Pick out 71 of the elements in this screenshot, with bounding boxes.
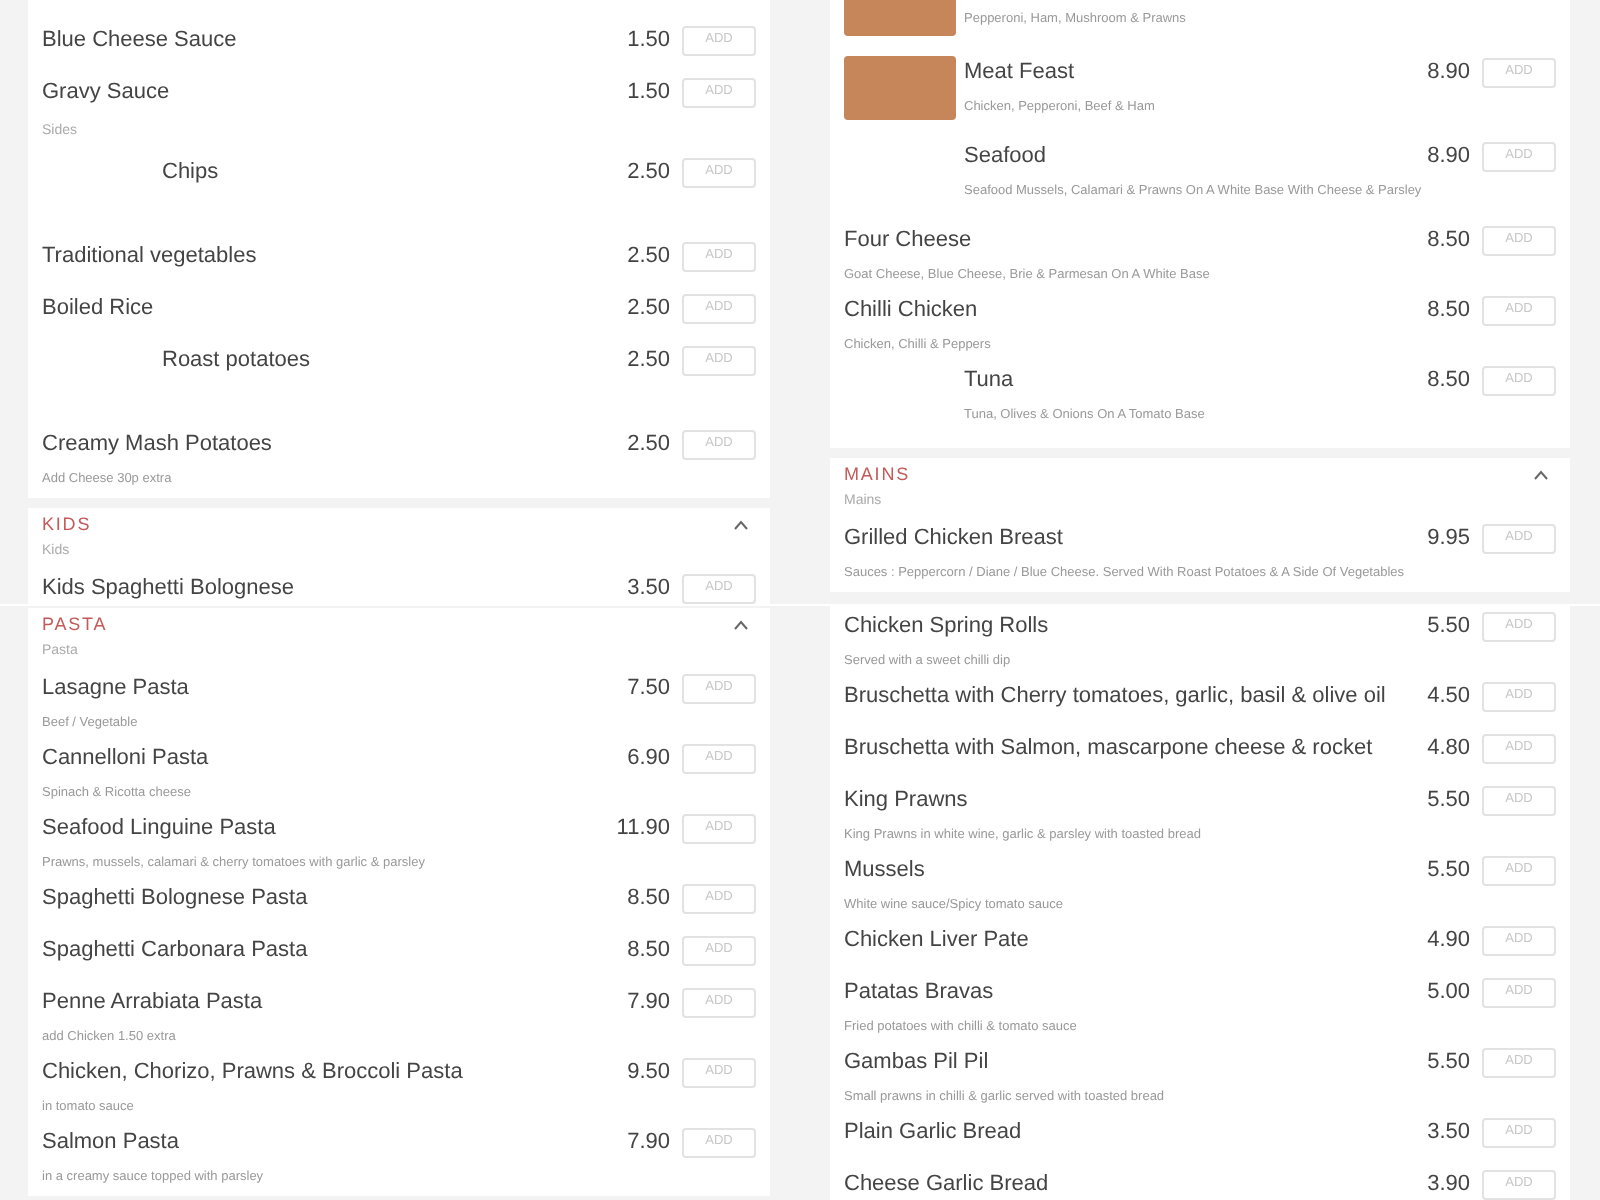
dish-name: Roast potatoes bbox=[162, 346, 312, 376]
price: 7.90 bbox=[627, 1128, 670, 1158]
dish-name: Patatas Bravas bbox=[844, 978, 996, 1008]
dish-name: Blue Cheese Sauce bbox=[42, 26, 239, 56]
price: 8.50 bbox=[1427, 296, 1470, 326]
dish-name: King Prawns bbox=[844, 786, 970, 816]
price: 1.50 bbox=[627, 78, 670, 108]
price: 1.50 bbox=[627, 26, 670, 56]
price: 3.90 bbox=[1427, 1170, 1470, 1200]
price: 8.50 bbox=[1427, 226, 1470, 256]
price: 9.95 bbox=[1427, 524, 1470, 554]
price: 11.90 bbox=[616, 814, 670, 844]
dish-name: Gambas Pil Pil bbox=[844, 1048, 991, 1078]
photo-placeholder bbox=[844, 56, 956, 120]
dish-name: Chicken, Chorizo, Prawns & Broccoli Pasta bbox=[42, 1058, 465, 1088]
dish-name: Bruschetta with Salmon, mascarpone cheese & rocket bbox=[844, 734, 1375, 764]
chevron-up-icon[interactable] bbox=[734, 520, 748, 530]
dish-name: Tuna bbox=[964, 366, 1016, 396]
dish-name: Mussels bbox=[844, 856, 927, 886]
dish-name: Grilled Chicken Breast bbox=[844, 524, 1065, 554]
dish-name: Spaghetti Carbonara Pasta bbox=[42, 936, 310, 966]
price: 4.90 bbox=[1427, 926, 1470, 956]
price: 6.90 bbox=[627, 744, 670, 774]
dish-name: Gravy Sauce bbox=[42, 78, 172, 108]
dish-name: Seafood bbox=[964, 142, 1048, 172]
dish-name: Cheese Garlic Bread bbox=[844, 1170, 1051, 1200]
price: 7.90 bbox=[627, 988, 670, 1018]
price: 2.50 bbox=[627, 158, 670, 188]
price: 5.50 bbox=[1427, 612, 1470, 642]
chevron-up-icon[interactable] bbox=[734, 620, 748, 630]
price: 3.50 bbox=[627, 574, 670, 604]
price: 8.50 bbox=[627, 936, 670, 966]
category-title: MAINS bbox=[844, 461, 913, 488]
dish-name: Seafood Linguine Pasta bbox=[42, 814, 278, 844]
price: 5.50 bbox=[1427, 786, 1470, 816]
dish-name: Boiled Rice bbox=[42, 294, 156, 324]
dish-name: Traditional vegetables bbox=[42, 242, 259, 272]
price: 2.50 bbox=[627, 242, 670, 272]
price: 4.80 bbox=[1427, 734, 1470, 764]
category-title: PASTA bbox=[42, 611, 110, 638]
price: 2.50 bbox=[627, 346, 670, 376]
dish-name: Bruschetta with Cherry tomatoes, garlic, basil & olive oil bbox=[844, 682, 1388, 712]
chevron-up-icon[interactable] bbox=[1534, 470, 1548, 480]
dish-name: Creamy Mash Potatoes bbox=[42, 430, 274, 460]
dish-name: Kids Spaghetti Bolognese bbox=[42, 574, 296, 604]
price: 7.50 bbox=[627, 674, 670, 704]
dish-name: Penne Arrabiata Pasta bbox=[42, 988, 265, 1018]
dish-name: Chilli Chicken bbox=[844, 296, 980, 326]
dish-name: Meat Feast bbox=[964, 58, 1077, 88]
dish-name: Spaghetti Bolognese Pasta bbox=[42, 884, 310, 914]
price: 5.50 bbox=[1427, 856, 1470, 886]
dish-name: Cannelloni Pasta bbox=[42, 744, 211, 774]
price: 8.50 bbox=[1427, 366, 1470, 396]
price: 4.50 bbox=[1427, 682, 1470, 712]
category-title: KIDS bbox=[42, 511, 94, 538]
dish-name: Lasagne Pasta bbox=[42, 674, 191, 704]
price: 8.50 bbox=[627, 884, 670, 914]
price: 8.90 bbox=[1427, 58, 1470, 88]
price: 2.50 bbox=[627, 430, 670, 460]
dish-name: Four Cheese bbox=[844, 226, 974, 256]
dish-name: Chips bbox=[162, 158, 221, 188]
price: 5.00 bbox=[1427, 978, 1470, 1008]
price: 8.90 bbox=[1427, 142, 1470, 172]
price: 3.50 bbox=[1427, 1118, 1470, 1148]
price: 5.50 bbox=[1427, 1048, 1470, 1078]
price: 2.50 bbox=[627, 294, 670, 324]
dish-name: Salmon Pasta bbox=[42, 1128, 181, 1158]
dish-name: Plain Garlic Bread bbox=[844, 1118, 1024, 1148]
dish-name: Chicken Liver Pate bbox=[844, 926, 1031, 956]
price: 9.50 bbox=[627, 1058, 670, 1088]
dish-name: Chicken Spring Rolls bbox=[844, 612, 1051, 642]
